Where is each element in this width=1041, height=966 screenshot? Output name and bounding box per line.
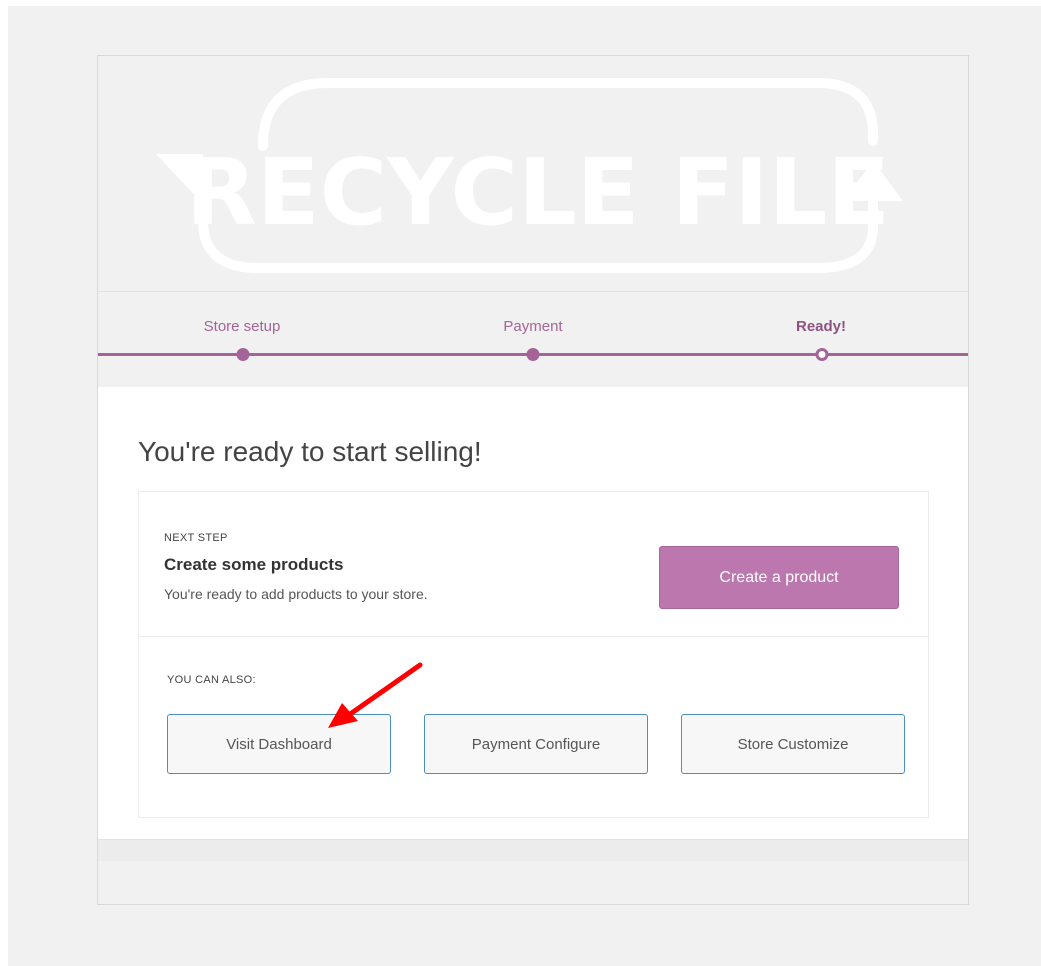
step-ready-dot (815, 348, 829, 361)
create-product-button[interactable]: Create a product (659, 546, 899, 609)
next-step-section: NEXT STEP Create some products You're re… (139, 492, 928, 637)
next-step-title: Create some products (164, 555, 344, 574)
logo-text: RECYCLE FILE (186, 139, 890, 246)
step-payment-dot (526, 348, 540, 361)
you-can-also-kicker: YOU CAN ALSO: (167, 674, 256, 686)
ready-content: You're ready to start selling! NEXT STEP… (98, 387, 968, 840)
annotation-arrow-icon (328, 662, 423, 728)
logo-area: RECYCLE FILE (98, 56, 968, 292)
next-steps-card: NEXT STEP Create some products You're re… (138, 491, 929, 818)
step-store-setup-dot (236, 348, 250, 361)
step-store-setup-label: Store setup (203, 318, 281, 335)
next-step-kicker: NEXT STEP (164, 532, 228, 544)
setup-wizard-panel: RECYCLE FILE Store setup Payment Ready! … (97, 55, 969, 905)
store-customize-button[interactable]: Store Customize (681, 714, 905, 774)
page-title: You're ready to start selling! (138, 436, 482, 467)
progress-steps: Store setup Payment Ready! (98, 292, 968, 387)
next-step-description: You're ready to add products to your sto… (164, 586, 428, 602)
footer-strip (98, 840, 968, 861)
step-payment-label: Payment (503, 318, 563, 335)
payment-configure-button[interactable]: Payment Configure (424, 714, 648, 774)
recycle-file-logo: RECYCLE FILE (156, 78, 903, 273)
step-ready-label: Ready! (795, 318, 847, 335)
